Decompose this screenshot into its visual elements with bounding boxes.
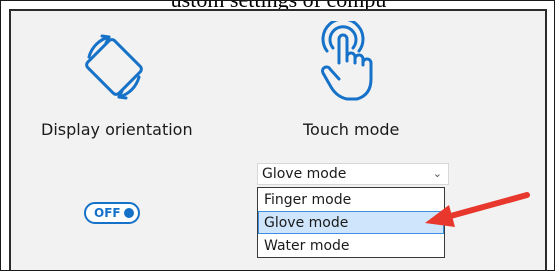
touch-hand-icon (321, 21, 373, 101)
option-water-mode[interactable]: Water mode (258, 234, 444, 257)
touch-mode-selected-value: Glove mode (262, 166, 347, 182)
touch-mode-label: Touch mode (303, 120, 400, 139)
rotate-screen-icon (85, 34, 143, 100)
toggle-knob (124, 208, 134, 218)
chevron-down-icon: ⌄ (432, 167, 442, 180)
screenshot-frame: ustom settings of compu Display orientat… (0, 0, 555, 271)
annotation-arrow-icon (425, 192, 530, 227)
toggle-state-label: OFF (94, 206, 121, 220)
display-orientation-toggle[interactable]: OFF (84, 202, 140, 224)
display-orientation-label: Display orientation (41, 120, 193, 139)
touch-mode-select[interactable]: Glove mode ⌄ (257, 163, 449, 185)
